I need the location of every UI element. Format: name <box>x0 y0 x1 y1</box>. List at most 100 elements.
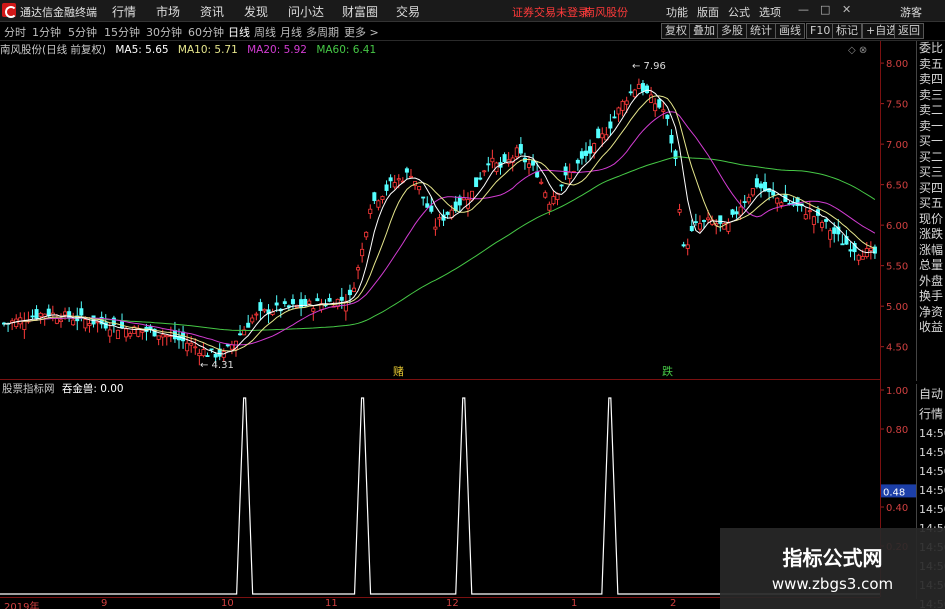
low-price-label: ← 4.31 <box>200 360 234 371</box>
candle-body <box>193 346 198 349</box>
candle-body <box>730 209 735 215</box>
candle-body <box>201 349 206 357</box>
guest-login[interactable]: 游客 <box>900 4 922 20</box>
candle-body <box>351 287 356 292</box>
candle-body <box>579 151 584 159</box>
close-button[interactable]: ✕ <box>842 3 851 16</box>
candle-body <box>677 209 682 213</box>
candle-body <box>445 211 450 215</box>
candle-body <box>262 308 267 312</box>
ma20-value: MA20: 5.92 <box>247 44 307 56</box>
candle-body <box>339 296 344 301</box>
tab-timeshare[interactable]: 分时 <box>4 24 26 40</box>
watermark-banner: 指标公式网 www.zbgs3.com <box>720 528 945 609</box>
candle-body <box>848 249 853 252</box>
menu-function[interactable]: 功能 <box>666 4 688 20</box>
sub-tick-label: 0.48 <box>883 487 905 498</box>
candle-body <box>246 322 251 328</box>
candle-body <box>775 197 780 204</box>
side-label: 外盘 <box>919 273 944 288</box>
menu-options[interactable]: 选项 <box>759 4 781 20</box>
stock-label: 南风股份(日线 前复权) <box>0 44 107 56</box>
tick-panel-label[interactable]: 行情 <box>917 404 945 424</box>
menu-item-trade[interactable]: 交易 <box>396 3 420 20</box>
menu-item-discover[interactable]: 发现 <box>244 3 268 20</box>
tab-15min[interactable]: 15分钟 <box>104 24 140 40</box>
menu-layout[interactable]: 版面 <box>697 4 719 20</box>
tab-multi-period[interactable]: 多周期 <box>306 24 339 40</box>
chart-controls-icon: ◇ ⊗ <box>848 45 867 56</box>
candle-body <box>754 178 759 188</box>
candle-body <box>124 328 129 338</box>
candle-body <box>518 144 523 154</box>
candle-body <box>197 352 202 357</box>
candle-body <box>421 196 426 199</box>
watermark-url: www.zbgs3.com <box>771 575 894 593</box>
tick-panel-label[interactable]: 自动 <box>917 384 945 404</box>
candle-body <box>583 150 588 156</box>
ma60-value: MA60: 6.41 <box>316 44 377 56</box>
candle-body <box>160 334 165 338</box>
date-label: 9 <box>101 598 108 609</box>
candle-body <box>83 319 88 329</box>
adjust-button[interactable]: 复权 <box>661 23 691 39</box>
back-button[interactable]: 返回 <box>894 23 924 39</box>
candle-body <box>307 300 312 305</box>
tab-monthly[interactable]: 月线 <box>280 24 302 40</box>
tab-30min[interactable]: 30分钟 <box>146 24 182 40</box>
tick-time: 14:50 <box>919 484 945 497</box>
candle-body <box>205 355 210 357</box>
main-chart[interactable]: ← 7.96 ← 4.31 赌 跌 ◇ ⊗ <box>0 41 880 380</box>
mark-button[interactable]: 标记 <box>832 23 862 39</box>
minimize-button[interactable]: — <box>798 3 809 16</box>
kline-chart[interactable]: ← 7.96 ← 4.31 赌 跌 ◇ ⊗ <box>0 41 880 380</box>
candle-body <box>71 319 76 326</box>
side-label: 买五 <box>919 196 944 210</box>
candle-body <box>63 311 68 316</box>
menu-item-wealth[interactable]: 财富圈 <box>342 3 378 20</box>
candle-body <box>559 184 564 187</box>
menu-formula[interactable]: 公式 <box>728 4 750 20</box>
login-status[interactable]: 证券交易未登录 <box>512 4 589 20</box>
tab-weekly[interactable]: 周线 <box>254 24 276 40</box>
tab-1min[interactable]: 1分钟 <box>32 24 61 40</box>
current-stock-name: 南风股份 <box>584 6 628 19</box>
ma10-value: MA10: 5.71 <box>177 44 238 56</box>
multi-stock-button[interactable]: 多股 <box>717 23 747 39</box>
watermark-title: 指标公式网 <box>782 546 883 570</box>
side-label: 委比 <box>919 41 944 55</box>
menu-item-news[interactable]: 资讯 <box>200 3 224 20</box>
menu-item-assistant[interactable]: 问小达 <box>288 3 324 20</box>
date-label: 2 <box>670 598 677 609</box>
tab-more[interactable]: 更多 > <box>344 24 379 40</box>
candle-body <box>746 196 751 203</box>
candle-body <box>54 317 59 324</box>
candle-body <box>669 134 674 144</box>
candle-body <box>543 192 548 198</box>
tab-60min[interactable]: 60分钟 <box>188 24 224 40</box>
candle-body <box>624 100 629 105</box>
overlay-button[interactable]: 叠加 <box>689 23 719 39</box>
candle-body <box>734 211 739 215</box>
f10-button[interactable]: F10 <box>806 23 835 39</box>
candle-body <box>229 344 234 350</box>
candle-body <box>563 166 568 176</box>
indicator-name: 股票指标网 <box>2 383 55 395</box>
candle-body <box>408 175 413 178</box>
candle-body <box>107 329 112 337</box>
sub-tick-label: 0.80 <box>886 425 908 436</box>
side-label: 卖三 <box>919 87 944 102</box>
tab-5min[interactable]: 5分钟 <box>68 24 97 40</box>
candle-body <box>189 342 194 346</box>
statistics-button[interactable]: 统计 <box>746 23 776 39</box>
menu-item-market[interactable]: 行情 <box>112 3 136 20</box>
buy-marker: 赌 <box>393 364 404 378</box>
maximize-button[interactable]: □ <box>820 3 830 16</box>
candle-body <box>136 328 141 337</box>
candle-body <box>868 247 873 252</box>
draw-line-button[interactable]: 画线 <box>775 23 805 39</box>
candle-body <box>368 208 373 214</box>
app-logo-icon <box>2 3 17 18</box>
tab-daily[interactable]: 日线 <box>228 24 250 40</box>
menu-item-exchange[interactable]: 市场 <box>156 3 180 20</box>
